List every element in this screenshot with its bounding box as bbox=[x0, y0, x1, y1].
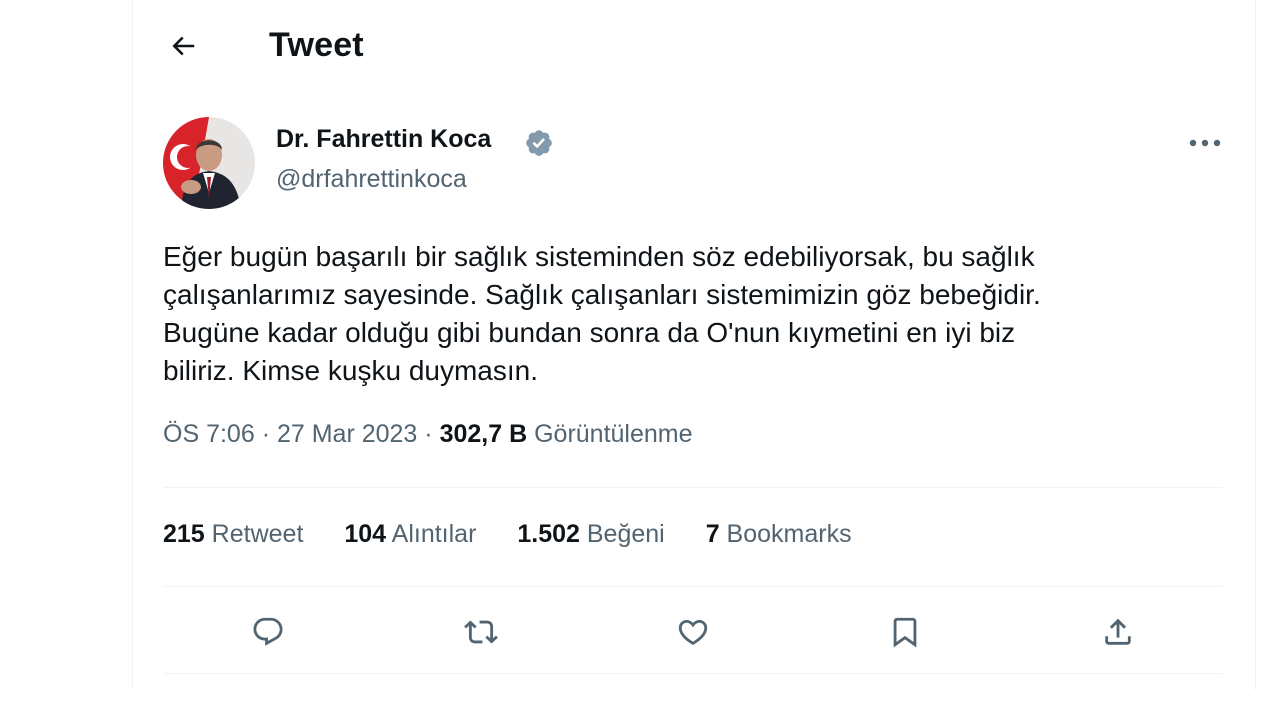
more-options-button[interactable] bbox=[1185, 128, 1225, 158]
views-count: 302,7 B bbox=[439, 420, 528, 448]
more-horizontal-icon bbox=[1189, 139, 1221, 147]
arrow-left-icon bbox=[172, 36, 195, 56]
bookmark-button[interactable] bbox=[881, 608, 929, 656]
like-icon bbox=[678, 619, 708, 645]
tweet-text-line: biliriz. Kimse kuşku duymasın. bbox=[163, 355, 539, 386]
likes-stat[interactable]: 1.502 Beğeni bbox=[517, 520, 664, 549]
page-title: Tweet bbox=[269, 26, 364, 64]
author-handle[interactable]: @drfahrettinkoca bbox=[276, 165, 467, 194]
bookmarks-count: 7 bbox=[705, 520, 720, 548]
verified-badge-icon bbox=[524, 128, 554, 158]
divider bbox=[163, 586, 1223, 587]
divider bbox=[163, 487, 1223, 488]
divider bbox=[163, 673, 1223, 674]
tweet-text-line: Bugüne kadar olduğu gibi bundan sonra da… bbox=[163, 317, 1016, 348]
quotes-stat[interactable]: 104 Alıntılar bbox=[344, 520, 476, 549]
share-icon bbox=[1105, 618, 1131, 645]
action-bar bbox=[133, 600, 1255, 664]
retweet-button[interactable] bbox=[457, 608, 505, 656]
retweets-label: Retweet bbox=[211, 520, 304, 548]
bookmarks-label: Bookmarks bbox=[726, 520, 852, 548]
bookmark-icon bbox=[893, 617, 917, 648]
reply-button[interactable] bbox=[244, 608, 292, 656]
tweet-text: Eğer bugün başarılı bir sağlık sistemind… bbox=[163, 238, 1223, 390]
likes-count: 1.502 bbox=[517, 520, 580, 548]
author-display-name[interactable]: Dr. Fahrettin Koca bbox=[276, 125, 491, 154]
tweet-time[interactable]: ÖS 7:06 bbox=[163, 420, 255, 448]
bookmarks-stat[interactable]: 7 Bookmarks bbox=[706, 520, 852, 549]
share-button[interactable] bbox=[1094, 608, 1142, 656]
quotes-count: 104 bbox=[344, 520, 387, 548]
like-button[interactable] bbox=[669, 608, 717, 656]
tweet-text-line: çalışanlarımız sayesinde. Sağlık çalışan… bbox=[163, 279, 1041, 310]
retweets-count: 215 bbox=[163, 520, 205, 548]
quotes-label: Alıntılar bbox=[391, 520, 477, 548]
retweet-icon bbox=[464, 620, 498, 644]
retweets-stat[interactable]: 215 Retweet bbox=[163, 520, 303, 549]
avatar[interactable] bbox=[163, 117, 255, 209]
back-button[interactable] bbox=[159, 22, 207, 70]
views-label: Görüntülenme bbox=[534, 420, 693, 448]
tweet-metadata: ÖS 7:06 · 27 Mar 2023 · 302,7 B Görüntül… bbox=[163, 420, 693, 449]
meta-separator: · bbox=[261, 420, 271, 448]
tweet-detail-column: Tweet Dr. Fahrettin Koca @drfahrettinkoc… bbox=[132, 0, 1256, 690]
tweet-date[interactable]: 27 Mar 2023 bbox=[277, 420, 417, 448]
engagement-stats: 215 Retweet 104 Alıntılar 1.502 Beğeni 7… bbox=[163, 520, 886, 549]
meta-separator: · bbox=[424, 420, 433, 448]
page-header: Tweet bbox=[133, 0, 1255, 92]
tweet-text-line: Eğer bugün başarılı bir sağlık sistemind… bbox=[163, 241, 1035, 272]
reply-icon bbox=[253, 617, 283, 646]
likes-label: Beğeni bbox=[586, 520, 665, 548]
